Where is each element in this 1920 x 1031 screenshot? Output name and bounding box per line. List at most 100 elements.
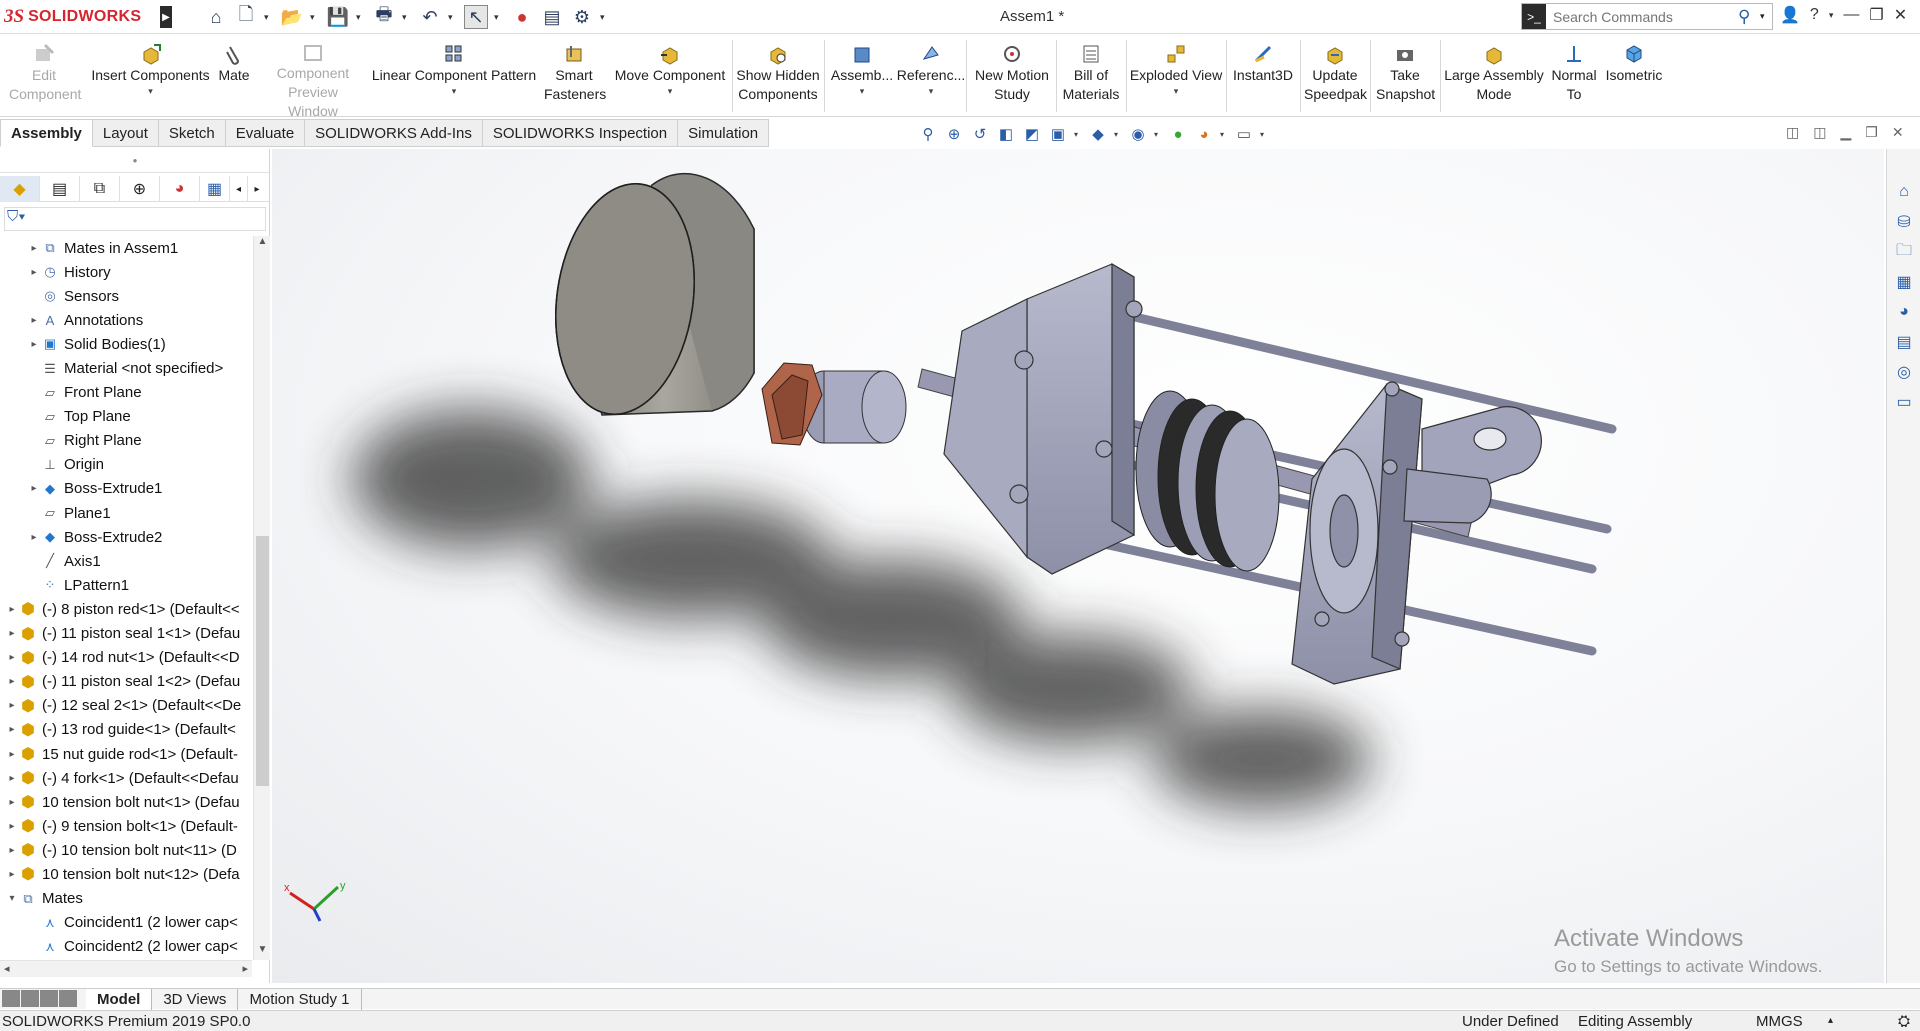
select-dropdown-icon[interactable]: ▾ [494,12,504,23]
expand-toggle-icon[interactable]: ▸ [6,749,18,760]
tab-inspection[interactable]: SOLIDWORKS Inspection [482,119,679,147]
show-hidden-components-button[interactable]: Show Hidden Components [734,34,822,117]
tree-component-row[interactable]: ▸ ⬢ (-) 11 piston seal 1<1> (Defau [0,622,252,646]
tile-right-icon[interactable]: ◫ [1813,124,1826,141]
search-dropdown-icon[interactable]: ▾ [1760,11,1772,22]
dimxpertmanager-icon[interactable]: ⊕ [120,176,160,202]
new-dropdown-icon[interactable]: ▾ [264,12,274,23]
large-assembly-mode-button[interactable]: Large Assembly Mode [1442,34,1546,117]
hide-show-items-icon[interactable]: ◉ [1128,124,1148,144]
tab-simulation[interactable]: Simulation [678,119,770,147]
mate-button[interactable]: Mate [214,34,254,117]
print-icon[interactable]: 🖶 [372,4,396,29]
linear-pattern-dropdown-icon[interactable]: ▾ [452,85,457,97]
zoom-to-fit-icon[interactable]: ⚲ [918,124,938,144]
linear-component-pattern-button[interactable]: Linear Component Pattern ▾ [370,34,538,117]
options-dropdown-icon[interactable]: ▾ [600,12,610,23]
tree-component-row[interactable]: ▸ ⬢ 10 tension bolt nut<12> (Defa [0,862,252,886]
scroll-up-icon[interactable]: ▲ [254,236,271,252]
tree-feature-row[interactable]: ⁘ LPattern1 [0,573,252,597]
component-preview-window-button[interactable]: Component Preview Window [258,34,368,119]
reference-geometry-button[interactable]: Referenc... ▾ [897,34,965,117]
view-palette-icon[interactable]: ▦ [1893,271,1915,293]
view-orientation-dropdown-icon[interactable]: ▾ [1074,130,1082,139]
options-icon[interactable]: ⚙ [570,5,594,29]
viewport-minimize-icon[interactable]: ▁ [1840,124,1851,141]
insert-components-dropdown-icon[interactable]: ▾ [148,85,153,97]
tab-add-ins[interactable]: SOLIDWORKS Add-Ins [305,119,483,147]
open-dropdown-icon[interactable]: ▾ [310,12,320,23]
help-dropdown-icon[interactable]: ▾ [1829,10,1834,21]
graphics-area[interactable]: x y Activate Windows Go to Settings to a… [272,149,1884,983]
select-icon[interactable]: ↖ [464,5,488,29]
expand-toggle-icon[interactable]: ▸ [6,700,18,711]
tree-feature-row[interactable]: ▸ ◆ Boss-Extrude1 [0,477,252,501]
panel-grip[interactable]: ● [0,149,270,173]
cylinder-drum[interactable] [542,172,755,424]
rebuild-icon[interactable]: ● [510,5,534,29]
tree-component-row[interactable]: ▸ ⬢ (-) 13 rod guide<1> (Default< [0,718,252,742]
bill-of-materials-button[interactable]: Bill of Materials [1058,34,1124,117]
isometric-button[interactable]: Isometric [1602,34,1666,117]
tree-feature-row[interactable]: ◎ Sensors [0,284,252,308]
tree-component-row[interactable]: ▸ ⬢ (-) 10 tension bolt nut<11> (D [0,838,252,862]
unit-system-dropdown-icon[interactable]: ▴ [1828,1015,1833,1026]
expand-toggle-icon[interactable]: ▸ [28,339,40,350]
tree-horizontal-scrollbar[interactable]: ◂ ▸ [0,960,252,977]
tab-assembly[interactable]: Assembly [0,119,93,147]
tree-component-row[interactable]: ▸ ⬢ 10 tension bolt nut<1> (Defau [0,790,252,814]
configurationmanager-icon[interactable]: ⧉ [80,176,120,202]
tree-feature-row[interactable]: ▱ Plane1 [0,501,252,525]
tree-feature-row[interactable]: ☰ Material <not specified> [0,356,252,380]
tab-layout[interactable]: Layout [92,119,159,147]
tree-feature-row[interactable]: ▸ ◷ History [0,260,252,284]
expand-toggle-icon[interactable]: ▸ [6,773,18,784]
normal-to-button[interactable]: Normal To [1548,34,1600,117]
help-icon[interactable]: ? [1810,6,1819,24]
expand-toggle-icon[interactable]: ▸ [6,676,18,687]
tree-feature-row[interactable]: ⋏ Coincident1 (2 lower cap< [0,911,252,935]
viewport-restore-icon[interactable]: ❐ [1865,124,1878,141]
tree-feature-row[interactable]: ▸ ▣ Solid Bodies(1) [0,332,252,356]
expand-toggle-icon[interactable]: ▸ [6,604,18,615]
propertymanager-icon[interactable]: ▤ [40,176,80,202]
open-icon[interactable]: 📂 [280,5,304,29]
expand-toggle-icon[interactable]: ▸ [6,821,18,832]
custom-properties-icon[interactable]: ▤ [1893,331,1915,353]
solidworks-forum-icon[interactable]: ◎ [1893,361,1915,383]
expand-toggle-icon[interactable]: ▸ [6,797,18,808]
tree-feature-row[interactable]: ▱ Right Plane [0,429,252,453]
exploded-view-button[interactable]: Exploded View ▾ [1128,34,1224,117]
tree-component-row[interactable]: ▸ ⬢ (-) 14 rod nut<1> (Default<<D [0,646,252,670]
tree-component-row[interactable]: ▸ ⬢ (-) 4 fork<1> (Default<<Defau [0,766,252,790]
tree-filter[interactable]: ⛉▾ [4,207,266,231]
expand-toggle-icon[interactable]: ▸ [28,483,40,494]
edit-appearance-icon[interactable]: ● [1168,124,1188,144]
tree-vertical-scrollbar[interactable]: ▲ ▼ [253,236,270,960]
smart-fasteners-button[interactable]: Smart Fasteners [540,34,608,117]
save-dropdown-icon[interactable]: ▾ [356,12,366,23]
viewport-close-icon[interactable]: ✕ [1892,124,1904,141]
scroll-thumb[interactable] [256,536,269,786]
filter-icon[interactable]: ⛉▾ [7,208,26,225]
status-tools-icon[interactable]: ⛭ [1898,1013,1910,1030]
take-snapshot-button[interactable]: Take Snapshot [1372,34,1438,117]
apply-scene-dropdown-icon[interactable]: ▾ [1220,130,1228,139]
move-component-button[interactable]: Move Component ▾ [610,34,730,117]
undo-dropdown-icon[interactable]: ▾ [448,12,458,23]
solidworks-resources-icon[interactable]: ⌂ [1893,181,1915,203]
previous-view-icon[interactable]: ↺ [970,124,990,144]
next-tab-icon[interactable] [40,990,58,1007]
tab-motion-study-1[interactable]: Motion Study 1 [238,989,362,1010]
tree-feature-row[interactable]: ⊥ Origin [0,453,252,477]
tree-feature-row[interactable]: ▱ Top Plane [0,405,252,429]
tab-scroll-left-icon[interactable]: ◂ [230,176,248,202]
expand-toggle-icon[interactable]: ▸ [28,532,40,543]
tree-feature-row[interactable]: ╱ Axis1 [0,549,252,573]
tab-sketch[interactable]: Sketch [158,119,226,147]
tab-evaluate[interactable]: Evaluate [225,119,306,147]
solidworks-logo[interactable]: 3S SOLIDWORKS [4,3,162,31]
tab-3d-views[interactable]: 3D Views [152,989,239,1010]
featuremanager-tree-icon[interactable]: ◆ [0,176,40,202]
displaymanager-icon[interactable]: ◕ [160,176,200,202]
